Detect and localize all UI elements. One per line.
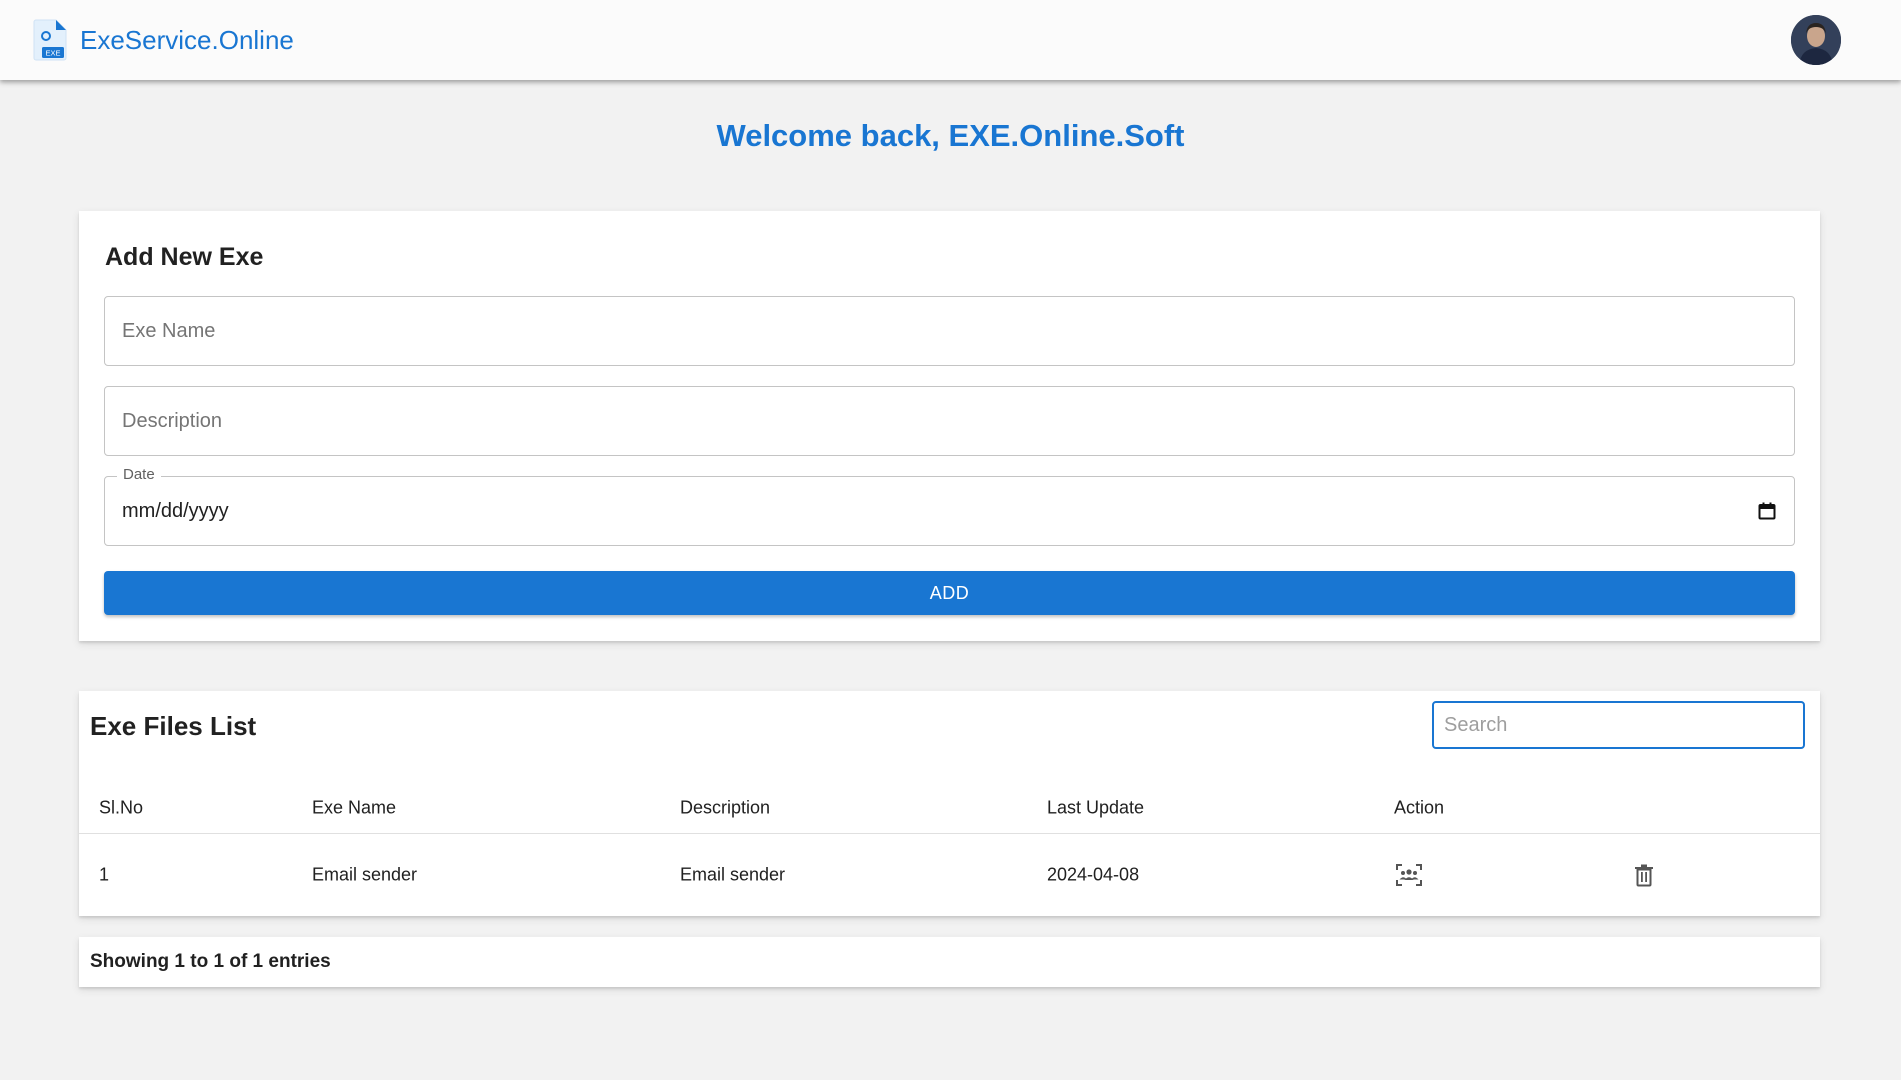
calendar-icon[interactable] bbox=[1757, 501, 1777, 521]
users-scan-icon bbox=[1396, 864, 1422, 886]
table-footer: Showing 1 to 1 of 1 entries bbox=[79, 937, 1820, 987]
row-slno: 1 bbox=[99, 864, 110, 885]
user-avatar-image bbox=[1791, 15, 1841, 65]
add-exe-card: Add New Exe Date mm/dd/yyyy ADD bbox=[79, 211, 1820, 641]
date-field[interactable]: Date mm/dd/yyyy bbox=[104, 466, 1795, 546]
entries-summary: Showing 1 to 1 of 1 entries bbox=[90, 951, 331, 972]
row-description: Email sender bbox=[680, 864, 786, 885]
search-input[interactable] bbox=[1444, 713, 1793, 737]
exe-file-icon: EXE bbox=[33, 19, 67, 61]
description-input[interactable] bbox=[122, 409, 1777, 433]
date-input[interactable]: mm/dd/yyyy bbox=[122, 500, 1757, 523]
table-row: 1 Email sender Email sender 2024-04-08 bbox=[79, 834, 1820, 916]
exe-name-input[interactable] bbox=[122, 319, 1777, 343]
exe-name-field[interactable] bbox=[104, 296, 1795, 366]
column-header-last-update: Last Update bbox=[1047, 797, 1145, 817]
column-header-slno: Sl.No bbox=[99, 797, 144, 817]
welcome-message: Welcome back, EXE.Online.Soft bbox=[716, 118, 1185, 153]
brand[interactable]: EXE ExeService.Online bbox=[32, 18, 294, 62]
description-field[interactable] bbox=[104, 386, 1795, 456]
row-exe-name: Email sender bbox=[312, 864, 418, 885]
list-title: Exe Files List bbox=[90, 711, 257, 741]
add-button[interactable]: ADD bbox=[104, 571, 1795, 615]
user-avatar[interactable] bbox=[1791, 15, 1841, 65]
exe-badge-text: EXE bbox=[45, 49, 60, 58]
app-bar: EXE ExeService.Online bbox=[0, 0, 1901, 80]
delete-button[interactable] bbox=[1629, 860, 1659, 890]
column-header-action: Action bbox=[1394, 797, 1445, 817]
column-header-description: Description bbox=[680, 797, 771, 817]
manage-users-button[interactable] bbox=[1394, 860, 1424, 890]
row-last-update: 2024-04-08 bbox=[1047, 864, 1140, 885]
search-field[interactable] bbox=[1432, 701, 1805, 749]
brand-name[interactable]: ExeService.Online bbox=[80, 25, 294, 56]
table-header: Sl.No Exe Name Description Last Update A… bbox=[79, 782, 1820, 834]
column-header-exe-name: Exe Name bbox=[312, 797, 397, 817]
form-title: Add New Exe bbox=[105, 243, 264, 271]
trash-icon bbox=[1635, 864, 1653, 887]
date-label: Date bbox=[117, 466, 161, 483]
exe-files-card: Exe Files List Sl.No Exe Name Descriptio… bbox=[79, 691, 1820, 916]
